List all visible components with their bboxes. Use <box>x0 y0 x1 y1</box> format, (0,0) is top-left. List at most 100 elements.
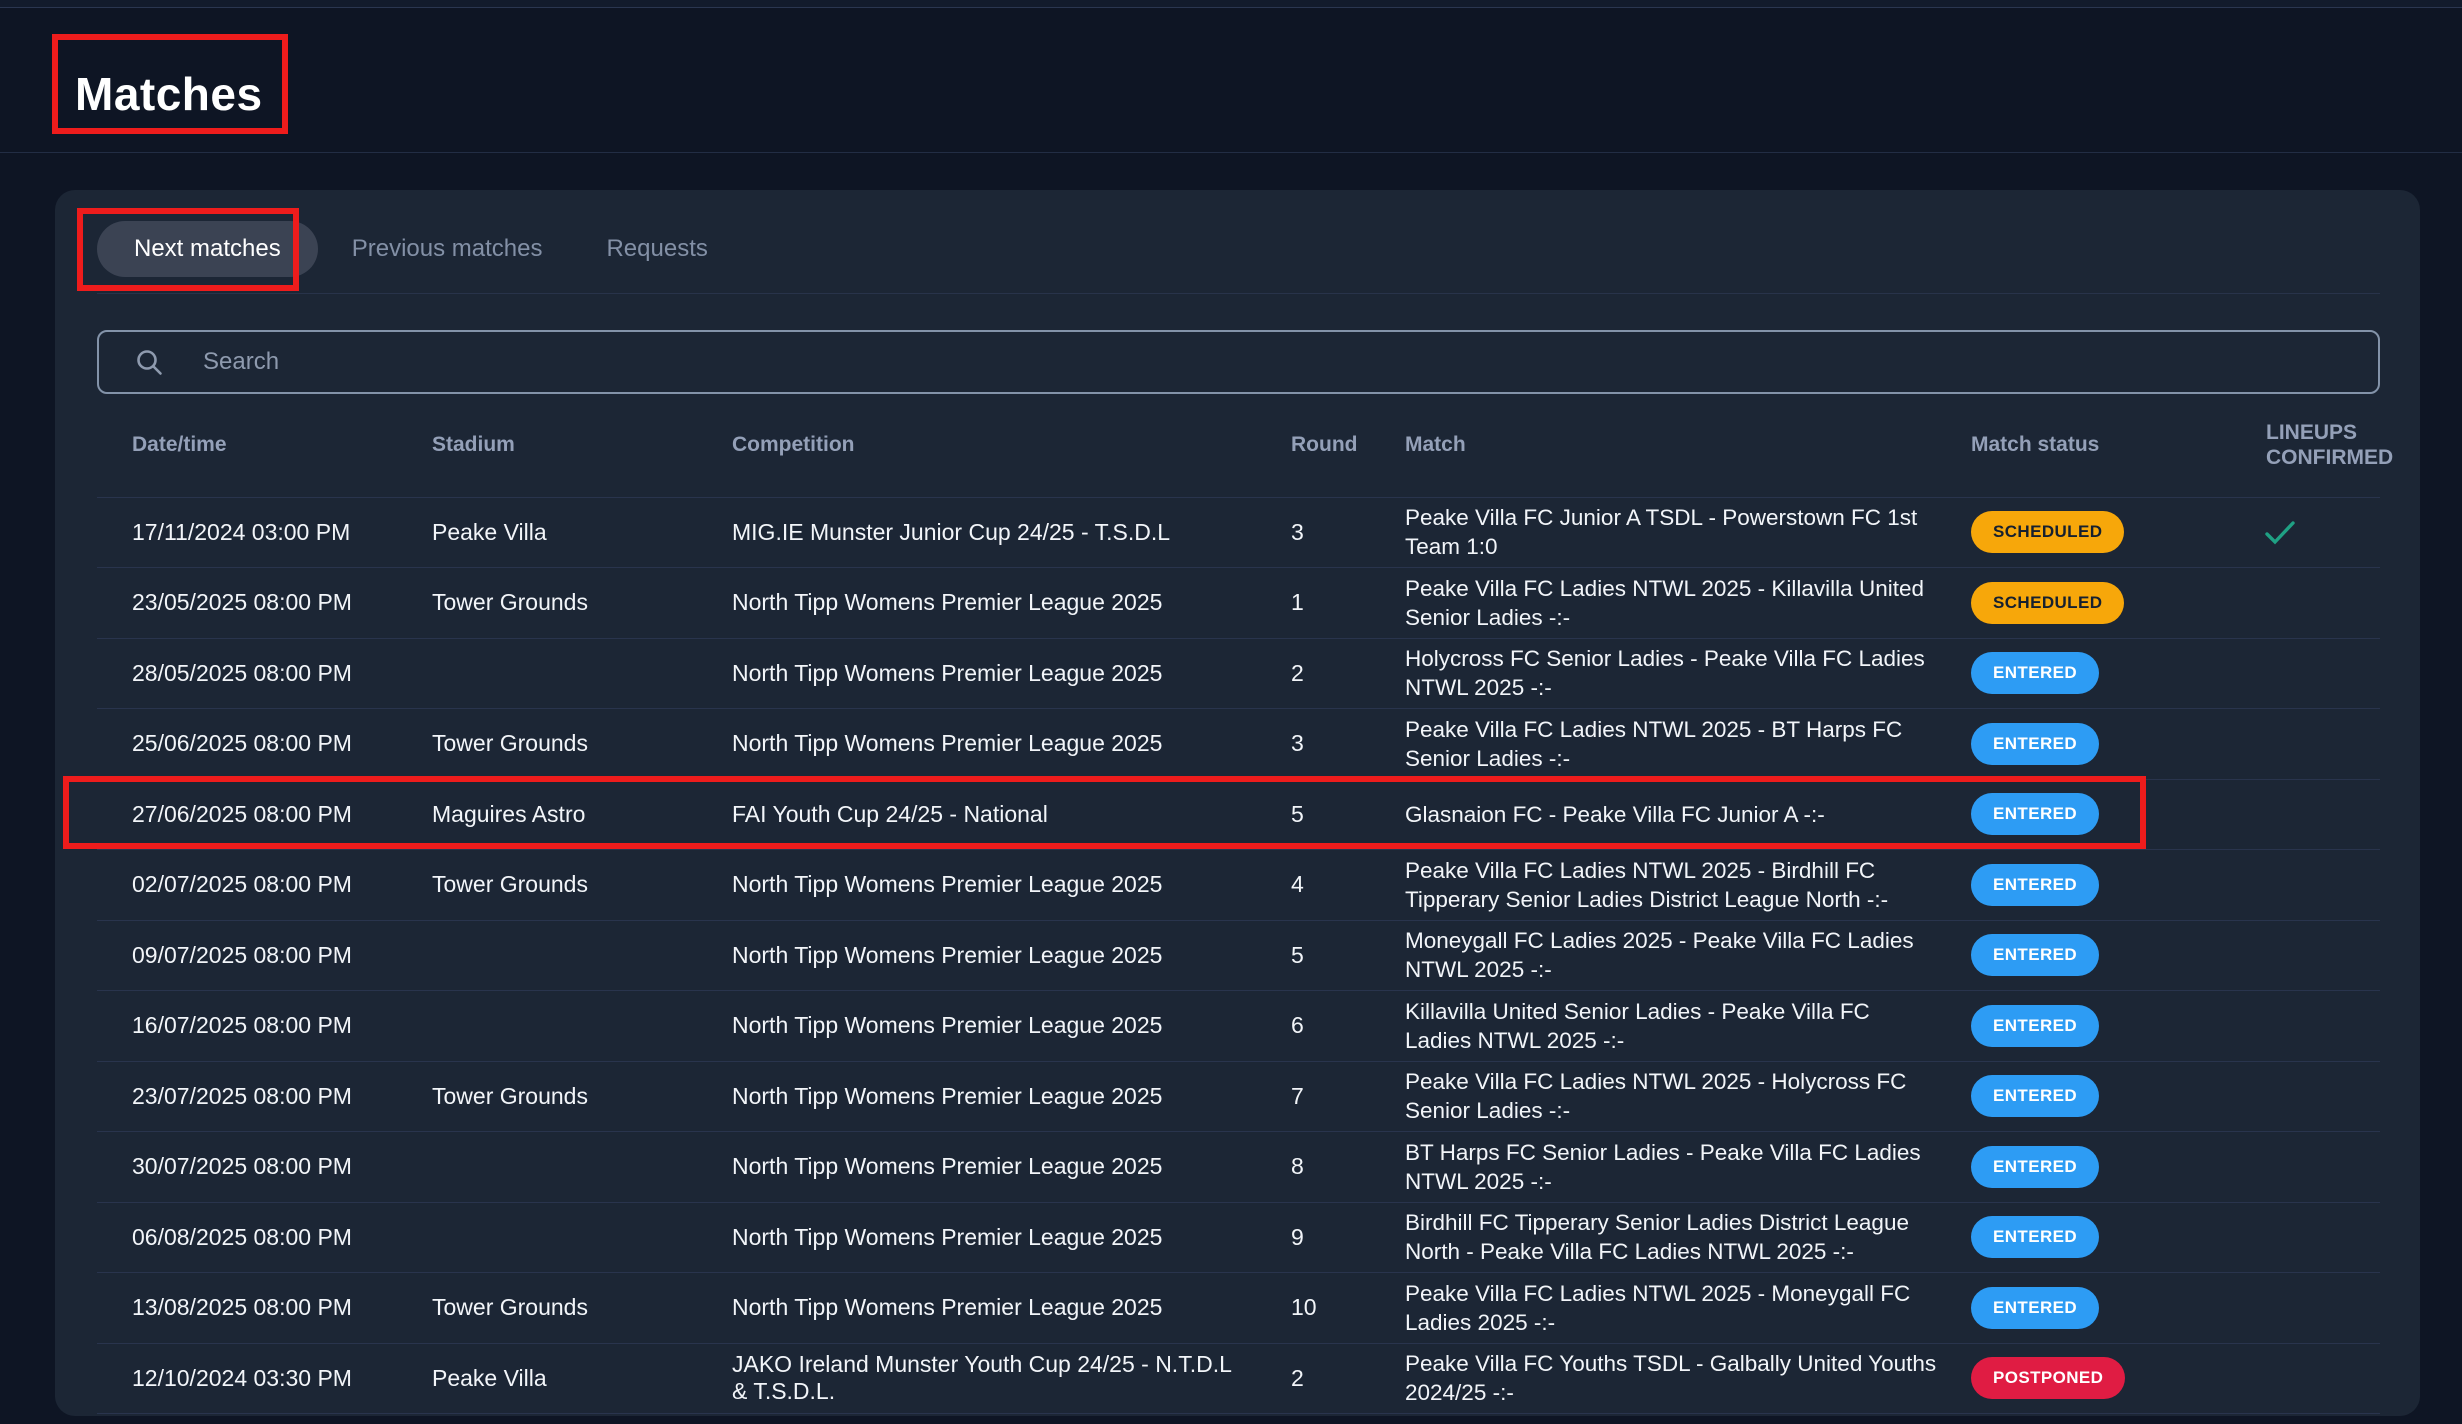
table-row[interactable]: 02/07/2025 08:00 PMTower GroundsNorth Ti… <box>97 850 2380 921</box>
match-name: Peake Villa FC Ladies NTWL 2025 - Moneyg… <box>1405 1279 1940 1337</box>
cell-round: 9 <box>1252 1202 1372 1273</box>
cell-lineups <box>2180 920 2380 991</box>
cell-datetime: 12/10/2024 03:30 PM <box>97 1343 432 1414</box>
cell-match: Killavilla United Senior Ladies - Peake … <box>1372 991 1940 1062</box>
cell-competition: North Tipp Womens Premier League 2025 <box>732 920 1252 991</box>
header-match-status: Match status <box>1940 394 2180 497</box>
cell-status: ENTERED <box>1940 920 2180 991</box>
page-header: Matches <box>0 9 2462 153</box>
cell-round: 2 <box>1252 1343 1372 1414</box>
match-status-badge: ENTERED <box>1971 1075 2099 1117</box>
cell-match: Peake Villa FC Junior A TSDL - Powerstow… <box>1372 497 1940 568</box>
tab-next-matches[interactable]: Next matches <box>97 221 318 277</box>
matches-page: { "page": { "title": "Matches" }, "tabs"… <box>0 0 2462 1424</box>
tab-previous-matches[interactable]: Previous matches <box>352 235 543 263</box>
cell-round: 4 <box>1252 850 1372 921</box>
table-row[interactable]: 17/11/2024 03:00 PMPeake VillaMIG.IE Mun… <box>97 497 2380 568</box>
cell-status: ENTERED <box>1940 779 2180 850</box>
match-name: Peake Villa FC Ladies NTWL 2025 - Holycr… <box>1405 1067 1940 1125</box>
match-status-badge: ENTERED <box>1971 864 2099 906</box>
table-row[interactable]: 06/08/2025 08:00 PMNorth Tipp Womens Pre… <box>97 1202 2380 1273</box>
search-box[interactable] <box>97 330 2380 394</box>
cell-match: BT Harps FC Senior Ladies - Peake Villa … <box>1372 1132 1940 1203</box>
match-status-badge: ENTERED <box>1971 793 2099 835</box>
cell-status: POSTPONED <box>1940 1343 2180 1414</box>
cell-competition: North Tipp Womens Premier League 2025 <box>732 709 1252 780</box>
header-lineups-line1: LINEUPS <box>2266 420 2380 445</box>
cell-stadium <box>432 1202 732 1273</box>
table-row[interactable]: 25/06/2025 08:00 PMTower GroundsNorth Ti… <box>97 709 2380 780</box>
header-lineups-line2: CONFIRMED <box>2266 445 2380 470</box>
cell-competition: FAI Youth Cup 24/25 - National <box>732 779 1252 850</box>
cell-lineups <box>2180 1202 2380 1273</box>
header-competition: Competition <box>732 394 1252 497</box>
cell-match: Moneygall FC Ladies 2025 - Peake Villa F… <box>1372 920 1940 991</box>
table-row[interactable]: 27/06/2025 08:00 PMMaguires AstroFAI You… <box>97 779 2380 850</box>
search-input[interactable] <box>203 332 2378 392</box>
match-name: Birdhill FC Tipperary Senior Ladies Dist… <box>1405 1208 1940 1266</box>
cell-lineups <box>2180 709 2380 780</box>
header-lineups-confirmed: LINEUPS CONFIRMED <box>2180 394 2380 497</box>
tab-requests[interactable]: Requests <box>606 235 707 263</box>
cell-status: SCHEDULED <box>1940 568 2180 639</box>
cell-status: ENTERED <box>1940 1202 2180 1273</box>
table-row[interactable]: 30/07/2025 08:00 PMNorth Tipp Womens Pre… <box>97 1132 2380 1203</box>
match-status-badge: ENTERED <box>1971 1146 2099 1188</box>
lineups-confirmed-check-icon <box>2264 520 2296 546</box>
cell-stadium: Peake Villa <box>432 1343 732 1414</box>
table-row[interactable]: 23/07/2025 08:00 PMTower GroundsNorth Ti… <box>97 1061 2380 1132</box>
match-name: Moneygall FC Ladies 2025 - Peake Villa F… <box>1405 926 1940 984</box>
cell-status: ENTERED <box>1940 1273 2180 1344</box>
table-body: 17/11/2024 03:00 PMPeake VillaMIG.IE Mun… <box>97 497 2380 1414</box>
cell-stadium <box>432 991 732 1062</box>
cell-match: Holycross FC Senior Ladies - Peake Villa… <box>1372 638 1940 709</box>
cell-status: SCHEDULED <box>1940 497 2180 568</box>
cell-round: 8 <box>1252 1132 1372 1203</box>
cell-round: 6 <box>1252 991 1372 1062</box>
table-row[interactable]: 13/08/2025 08:00 PMTower GroundsNorth Ti… <box>97 1273 2380 1344</box>
match-status-badge: ENTERED <box>1971 934 2099 976</box>
cell-stadium: Maguires Astro <box>432 779 732 850</box>
cell-stadium: Tower Grounds <box>432 1061 732 1132</box>
cell-match: Peake Villa FC Ladies NTWL 2025 - BT Har… <box>1372 709 1940 780</box>
matches-table: Date/time Stadium Competition Round Matc… <box>97 394 2380 1414</box>
tab-bar-divider <box>97 293 2380 294</box>
table-row[interactable]: 12/10/2024 03:30 PMPeake VillaJAKO Irela… <box>97 1343 2380 1414</box>
cell-stadium <box>432 1132 732 1203</box>
cell-round: 5 <box>1252 920 1372 991</box>
cell-stadium: Tower Grounds <box>432 709 732 780</box>
cell-round: 5 <box>1252 779 1372 850</box>
cell-match: Glasnaion FC - Peake Villa FC Junior A -… <box>1372 779 1940 850</box>
cell-lineups <box>2180 568 2380 639</box>
cell-status: ENTERED <box>1940 1061 2180 1132</box>
cell-match: Peake Villa FC Ladies NTWL 2025 - Killav… <box>1372 568 1940 639</box>
table-row[interactable]: 09/07/2025 08:00 PM North Tipp Womens Pre… <box>97 920 2380 991</box>
cell-status: ENTERED <box>1940 850 2180 921</box>
header-stadium: Stadium <box>432 394 732 497</box>
cell-lineups <box>2180 1273 2380 1344</box>
cell-stadium: Tower Grounds <box>432 850 732 921</box>
match-name: Peake Villa FC Junior A TSDL - Powerstow… <box>1405 503 1940 561</box>
cell-datetime: 13/08/2025 08:00 PM <box>97 1273 432 1344</box>
cell-lineups <box>2180 1061 2380 1132</box>
top-strip <box>0 0 2462 8</box>
cell-match: Peake Villa FC Ladies NTWL 2025 - Moneyg… <box>1372 1273 1940 1344</box>
cell-match: Peake Villa FC Ladies NTWL 2025 - Birdhi… <box>1372 850 1940 921</box>
cell-round: 7 <box>1252 1061 1372 1132</box>
cell-datetime: 06/08/2025 08:00 PM <box>97 1202 432 1273</box>
cell-datetime: 09/07/2025 08:00 PM <box>97 920 432 991</box>
cell-datetime: 28/05/2025 08:00 PM <box>97 638 432 709</box>
cell-stadium: Tower Grounds <box>432 568 732 639</box>
cell-datetime: 27/06/2025 08:00 PM <box>97 779 432 850</box>
table-row[interactable]: 16/07/2025 08:00 PMNorth Tipp Womens Pre… <box>97 991 2380 1062</box>
match-name: Peake Villa FC Youths TSDL - Galbally Un… <box>1405 1349 1940 1407</box>
cell-competition: North Tipp Womens Premier League 2025 <box>732 1132 1252 1203</box>
table-header: Date/time Stadium Competition Round Matc… <box>97 394 2380 497</box>
cell-competition: North Tipp Womens Premier League 2025 <box>732 1273 1252 1344</box>
table-row[interactable]: 28/05/2025 08:00 PMNorth Tipp Womens Pre… <box>97 638 2380 709</box>
match-name: Glasnaion FC - Peake Villa FC Junior A -… <box>1405 800 1825 829</box>
cell-competition: MIG.IE Munster Junior Cup 24/25 - T.S.D.… <box>732 497 1252 568</box>
cell-lineups <box>2180 991 2380 1062</box>
cell-datetime: 02/07/2025 08:00 PM <box>97 850 432 921</box>
table-row[interactable]: 23/05/2025 08:00 PMTower GroundsNorth Ti… <box>97 568 2380 639</box>
